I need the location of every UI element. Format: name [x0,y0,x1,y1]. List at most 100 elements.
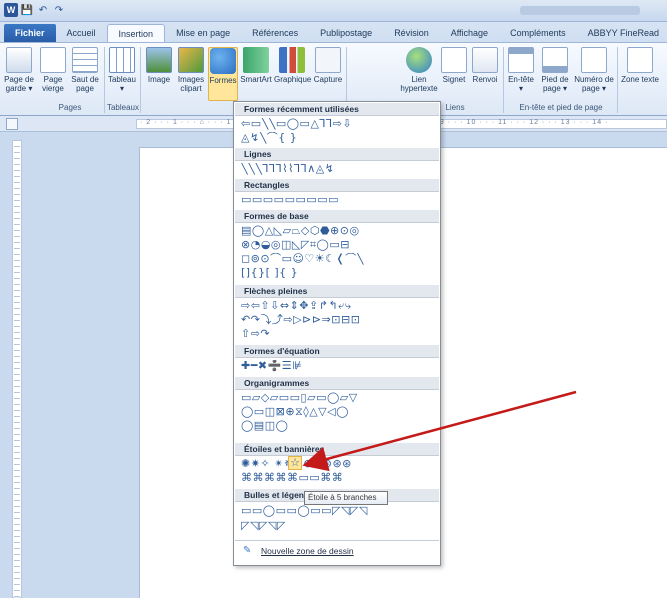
shape-row[interactable]: ▤◯△◺▱⏢◇⬡⬣⊕⊙◎ [241,225,437,237]
smartart-label: SmartArt [240,75,272,84]
globe-icon [406,47,432,73]
zone-texte-button[interactable]: Zone texte [620,47,660,84]
smartart-icon [243,47,269,73]
smartart-button[interactable]: SmartArt [240,47,272,84]
word-logo-icon[interactable]: W [4,3,18,17]
tableau-button[interactable]: Tableau ▾ [106,47,138,93]
shape-row[interactable]: ◬↯╲⌒{ } [241,132,437,144]
group-separator [140,47,141,113]
shape-row[interactable]: ▭▭▭▭▭▭▭▭▭ [241,194,437,206]
en-tete-label: En-tête ▾ [508,75,534,93]
shape-row[interactable]: ↶↷⤵⤴⇨▷⊳⊳⇒⊡⊟⊡ [241,314,437,326]
title-bar: W 💾 ↶ ↷ [0,0,667,22]
tab-accueil[interactable]: Accueil [56,24,107,42]
image-label: Image [147,75,171,84]
lien-hypertexte-button[interactable]: Lien hypertexte [400,47,438,93]
numero-de-page-button[interactable]: Numéro de page ▾ [574,47,614,93]
shape-row[interactable]: ⌘⌘⌘⌘⌘▭▭⌘⌘ [241,472,437,484]
images-clipart-button[interactable]: Images clipart [176,47,206,93]
saut-de-page-button[interactable]: Saut de page [70,47,100,93]
group-separator [617,47,618,113]
renvoi-button[interactable]: Renvoi [470,47,500,84]
shape-row[interactable]: ✺✷✧ ✴✵⊛⊛⊛⊛⊛⊛ [241,458,437,470]
section-stars-banners: Étoiles et bannières [235,443,439,456]
tab-publipostage[interactable]: Publipostage [309,24,383,42]
section-equation-shapes: Formes d'équation [235,345,439,358]
header-icon [508,47,534,73]
section-rectangles: Rectangles [235,179,439,192]
tab-mise-en-page[interactable]: Mise en page [165,24,241,42]
section-recent-shapes: Formes récemment utilisées [235,103,439,116]
section-block-arrows: Flèches pleines [235,285,439,298]
table-icon [109,47,135,73]
cover-page-icon [6,47,32,73]
shape-row[interactable]: ⊗◔◒◎◫◺◸⌗◯▭⊟ [241,239,437,251]
shape-row[interactable]: ✚━✖➗☰⊯ [241,360,437,372]
shape-row[interactable]: []{}[ ]{ } [241,267,437,279]
graphique-button[interactable]: Graphique [274,47,312,84]
zone-texte-label: Zone texte [621,75,659,84]
shape-tooltip: Étoile à 5 branches [304,491,388,505]
en-tete-button[interactable]: En-tête ▾ [506,47,536,93]
lien-hypertexte-label: Lien hypertexte [400,75,438,93]
undo-icon[interactable]: ↶ [36,3,50,17]
quick-access-toolbar: W 💾 ↶ ↷ [4,3,66,17]
five-point-star-shape[interactable]: ☆ [288,456,302,470]
pied-de-page-button[interactable]: Pied de page ▾ [538,47,572,93]
shape-row[interactable]: ⇦▭╲╲▭◯▭△⅂⅂⇨⇩ [241,118,437,130]
group-label-entete: En-tête et pied de page [519,103,603,112]
redo-icon[interactable]: ↷ [52,3,66,17]
formes-button[interactable]: Formes [208,47,238,101]
cross-reference-icon [472,47,498,73]
text-box-icon [627,47,653,73]
new-drawing-canvas-label: Nouvelle zone de dessin [261,546,354,556]
shape-row[interactable]: ⇧⇨↷ [241,328,437,340]
shape-row[interactable]: ◸◹◸◹◸ [241,520,437,532]
renvoi-label: Renvoi [472,75,498,84]
section-basic-shapes: Formes de base [235,210,439,223]
tab-fichier[interactable]: Fichier [4,24,56,42]
shape-row[interactable]: ◯▤◫◯ [241,420,437,432]
section-flowchart: Organigrammes [235,377,439,390]
bookmark-icon [441,47,467,73]
signet-label: Signet [442,75,466,84]
image-button[interactable]: Image [144,47,174,84]
signet-button[interactable]: Signet [440,47,468,84]
group-separator [503,47,504,113]
shape-row[interactable]: ▭▱◇▱▭▭▯▱▭◯▱▽ [241,392,437,404]
ribbon-tabs: Fichier Accueil Insertion Mise en page R… [0,22,667,42]
shape-row[interactable]: ▭▭◯▭▭◯▭▭◸◹◸◹ [241,505,437,517]
tab-complements[interactable]: Compléments [499,24,577,42]
shapes-gallery-dropdown: Formes récemment utilisées ⇦▭╲╲▭◯▭△⅂⅂⇨⇩ … [233,101,441,566]
window-title-blurred [520,6,640,15]
shape-row[interactable]: ⇨⇦⇧⇩⇔⇕✥⇪↱↰⤶⤷ [241,300,437,312]
clipart-icon [178,47,204,73]
group-separator [104,47,105,113]
page-de-garde-label: Page de garde ▾ [4,75,34,93]
vertical-ruler-marks [14,141,20,598]
save-icon[interactable]: 💾 [20,3,34,17]
tab-affichage[interactable]: Affichage [440,24,499,42]
numero-de-page-label: Numéro de page ▾ [574,75,614,93]
capture-button[interactable]: Capture [312,47,344,84]
screenshot-icon [315,47,341,73]
tab-abbyy[interactable]: ABBYY FineRead [577,24,667,42]
vertical-ruler[interactable] [12,140,22,598]
shapes-icon [210,48,236,74]
page-de-garde-button[interactable]: Page de garde ▾ [2,47,36,93]
new-drawing-canvas-item[interactable]: ✎ Nouvelle zone de dessin [235,540,439,560]
page-vierge-button[interactable]: Page vierge [38,47,68,93]
ruler-toggle-button[interactable] [6,118,18,130]
tableau-label: Tableau ▾ [107,75,137,93]
shape-row[interactable]: ◻⊚⊙⌒▭☺♡☀☾❬⌒╲ [241,253,437,265]
page-vierge-label: Page vierge [42,75,64,93]
pied-de-page-label: Pied de page ▾ [541,75,569,93]
graphique-label: Graphique [274,75,312,84]
tab-insertion[interactable]: Insertion [106,24,166,42]
tab-references[interactable]: Références [241,24,309,42]
page-break-icon [72,47,98,73]
tab-revision[interactable]: Révision [383,24,440,42]
images-clipart-label: Images clipart [177,75,205,93]
shape-row[interactable]: ◯▭◫⊠⊕⧖◊△▽◁◯ [241,406,437,418]
shape-row[interactable]: ╲╲╲⅂⅂⅂⌇⌇⅂⅂∧◬↯ [241,163,437,175]
